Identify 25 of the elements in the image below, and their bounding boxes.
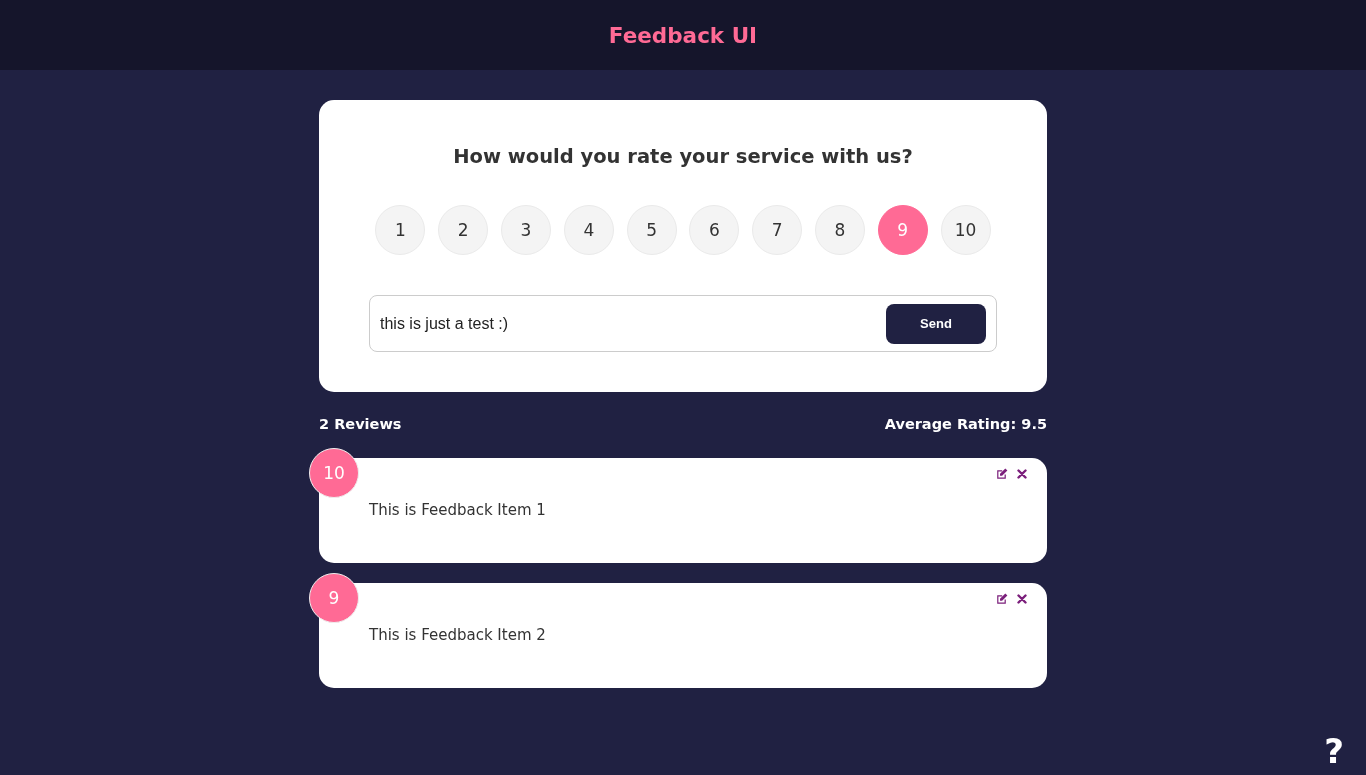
rating-option[interactable]: 3: [501, 205, 551, 255]
rating-option[interactable]: 1: [375, 205, 426, 255]
rating-option[interactable]: 2: [438, 205, 489, 255]
question-heading: How would you rate your service with us?: [453, 144, 913, 170]
review-input[interactable]: this is just a test :): [380, 296, 886, 351]
average-rating: Average Rating: 9.5: [884, 415, 1047, 434]
app-title: Feedback UI: [608, 22, 758, 48]
close-icon[interactable]: [1017, 594, 1027, 604]
rating-badge: 10: [309, 448, 359, 498]
review-count: 2 Reviews: [319, 415, 402, 434]
rating-option[interactable]: 10: [940, 205, 991, 255]
rating-option[interactable]: 6: [689, 205, 740, 255]
edit-icon[interactable]: [996, 468, 1008, 480]
send-button[interactable]: Send: [886, 303, 986, 344]
help-link[interactable]: ?: [1324, 733, 1344, 769]
edit-icon[interactable]: [996, 593, 1008, 605]
review-text: This is Feedback Item 2: [369, 625, 546, 646]
rating-option[interactable]: 7: [752, 205, 803, 255]
rating-option[interactable]: 4: [563, 205, 614, 255]
close-icon[interactable]: [1017, 469, 1027, 479]
rating-badge: 9: [309, 573, 359, 623]
rating-option[interactable]: 8: [815, 205, 865, 255]
rating-option[interactable]: 5: [626, 205, 677, 255]
review-field[interactable]: this is just a test :) Send: [369, 295, 997, 352]
review-text: This is Feedback Item 1: [369, 500, 546, 521]
